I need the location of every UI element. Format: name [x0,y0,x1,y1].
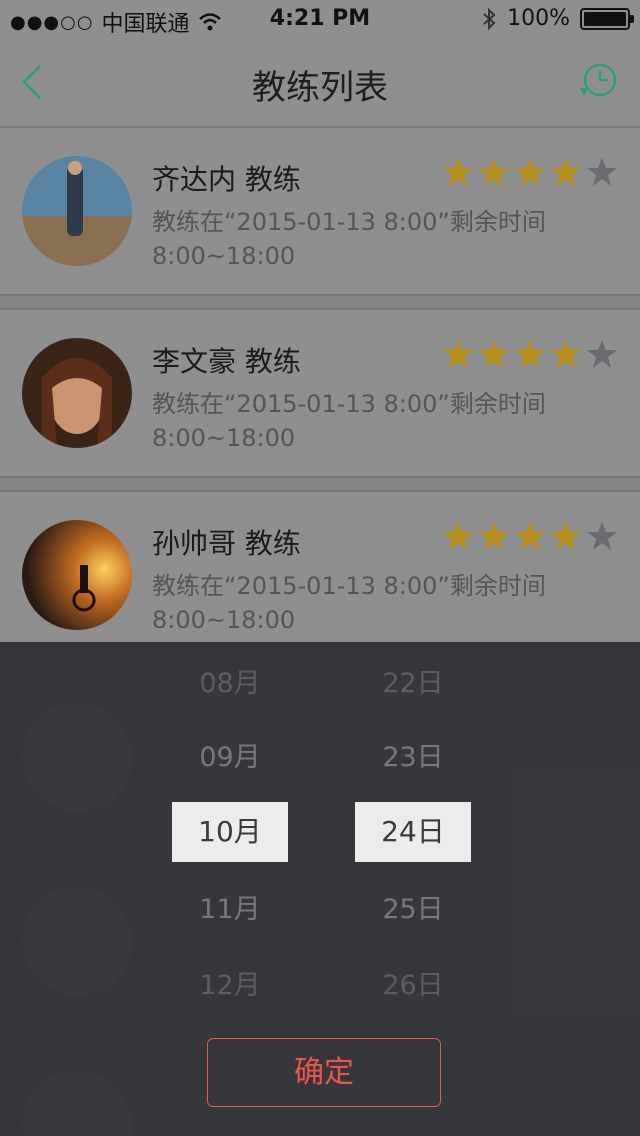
star-filled-icon [443,522,473,550]
star-filled-icon [515,522,545,550]
coach-hours: 8:00~18:00 [152,242,296,270]
rating-stars [442,338,618,370]
avatar [22,520,132,630]
battery-icon [580,7,634,30]
coach-name: 孙帅哥 教练 [152,527,301,560]
star-empty-icon [587,158,617,186]
page-title: 教练列表 [252,68,388,108]
day-option[interactable]: 25日 [355,880,471,940]
avatar [22,338,132,448]
battery-percent: 100% [507,6,570,31]
star-filled-icon [551,522,581,550]
month-option[interactable]: 12月 [172,956,288,1016]
coach-card[interactable]: 孙帅哥 教练 教练在“2015-01-13 8:00”剩余时间 8:00~18:… [0,492,640,660]
background-avatar [22,886,132,996]
day-option[interactable]: 26日 [355,956,471,1016]
rating-stars [442,156,618,188]
star-filled-icon [479,340,509,368]
bluetooth-icon [483,7,496,30]
star-filled-icon [551,340,581,368]
coach-name: 李文豪 教练 [152,345,301,378]
avatar [22,156,132,266]
star-filled-icon [515,340,545,368]
month-option[interactable]: 09月 [172,728,288,788]
coach-availability: 教练在“2015-01-13 8:00”剩余时间 [152,390,546,418]
background-avatar [22,1070,132,1136]
star-filled-icon [443,340,473,368]
star-filled-icon [515,158,545,186]
coach-name: 齐达内 教练 [152,163,301,196]
month-option[interactable]: 11月 [172,880,288,940]
clock-history-icon [580,63,617,97]
battery-level [584,11,626,26]
coach-card[interactable]: 齐达内 教练 教练在“2015-01-13 8:00”剩余时间 8:00~18:… [0,128,640,296]
history-button[interactable] [576,60,620,104]
day-option[interactable]: 22日 [355,654,471,714]
coach-hours: 8:00~18:00 [152,606,296,634]
coach-card[interactable]: 李文豪 教练 教练在“2015-01-13 8:00”剩余时间 8:00~18:… [0,310,640,478]
status-bar: ●●●○○ 中国联通 4:21 PM 100% [0,0,640,40]
star-filled-icon [479,158,509,186]
star-filled-icon [443,158,473,186]
month-option[interactable]: 08月 [172,654,288,714]
day-option[interactable]: 23日 [355,728,471,788]
star-filled-icon [479,522,509,550]
date-picker-sheet: 08月 09月 10月 11月 12月 22日 23日 24日 25日 26日 … [0,642,640,1136]
card-divider [0,478,640,492]
rating-stars [442,520,618,552]
background-avatar [22,702,132,812]
coach-list: 齐达内 教练 教练在“2015-01-13 8:00”剩余时间 8:00~18:… [0,128,640,660]
star-filled-icon [551,158,581,186]
star-empty-icon [587,340,617,368]
confirm-button[interactable]: 确定 [207,1038,441,1107]
day-option-selected[interactable]: 24日 [355,802,471,862]
coach-availability: 教练在“2015-01-13 8:00”剩余时间 [152,208,546,236]
coach-hours: 8:00~18:00 [152,424,296,452]
month-option-selected[interactable]: 10月 [172,802,288,862]
card-divider [0,296,640,310]
coach-availability: 教练在“2015-01-13 8:00”剩余时间 [152,572,546,600]
navigation-bar: 教练列表 [0,40,640,128]
star-empty-icon [587,522,617,550]
